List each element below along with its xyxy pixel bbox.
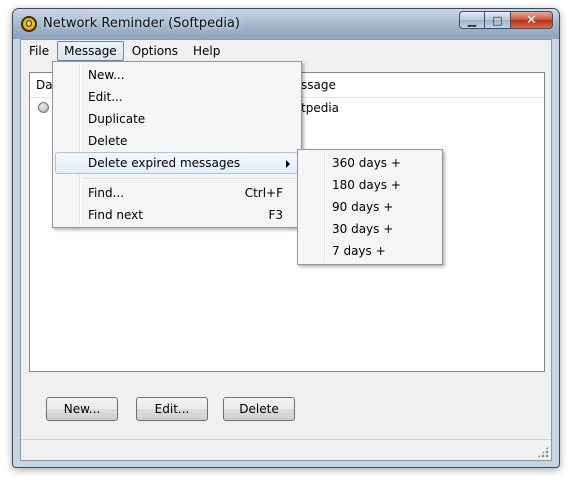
menu-item-duplicate[interactable]: Duplicate <box>55 108 299 130</box>
submenu-item-7-days[interactable]: 7 days + <box>300 240 440 262</box>
menu-options[interactable]: Options <box>125 41 185 61</box>
menu-item-delete-expired[interactable]: Delete expired messages <box>55 152 299 174</box>
submenu-item-360-days[interactable]: 360 days + <box>300 152 440 174</box>
submenu-item-label: 360 days + <box>332 156 401 170</box>
menu-item-label: Delete expired messages <box>88 156 241 170</box>
menu-item-label: Duplicate <box>88 112 146 126</box>
menu-item-label: New... <box>88 68 125 82</box>
message-menu-dropdown: New... Edit... Duplicate Delete Delete e… <box>52 61 302 228</box>
submenu-item-label: 30 days + <box>332 222 394 236</box>
menu-item-label: Find... <box>88 186 125 200</box>
menu-bar: File Message Options Help <box>21 40 551 62</box>
maximize-button[interactable]: □ <box>485 11 511 29</box>
menu-file[interactable]: File <box>22 41 56 61</box>
menu-item-delete[interactable]: Delete <box>55 130 299 152</box>
menu-item-label: Delete <box>88 134 128 148</box>
submenu-item-label: 7 days + <box>332 244 386 258</box>
column-header-message[interactable]: ssage <box>301 78 336 92</box>
submenu-item-label: 90 days + <box>332 200 394 214</box>
menu-separator <box>83 178 297 180</box>
submenu-arrow-icon <box>286 160 290 168</box>
menu-message[interactable]: Message <box>57 41 124 61</box>
menu-item-edit[interactable]: Edit... <box>55 86 299 108</box>
close-button[interactable]: ✕ <box>511 11 553 29</box>
menu-item-find[interactable]: Find... Ctrl+F <box>55 182 299 204</box>
row-message[interactable]: tpedia <box>301 101 339 115</box>
status-bar <box>21 439 551 460</box>
menu-help[interactable]: Help <box>186 41 227 61</box>
new-button[interactable]: New... <box>46 397 118 421</box>
app-icon[interactable] <box>21 16 37 32</box>
menu-item-shortcut: Ctrl+F <box>244 186 283 200</box>
menu-item-find-next[interactable]: Find next F3 <box>55 204 299 226</box>
status-circle-icon <box>38 102 49 113</box>
delete-expired-submenu: 360 days + 180 days + 90 days + 30 days … <box>297 149 443 265</box>
menu-item-shortcut: F3 <box>268 208 283 222</box>
edit-button[interactable]: Edit... <box>136 397 208 421</box>
submenu-item-30-days[interactable]: 30 days + <box>300 218 440 240</box>
caption-buttons: ▁ □ ✕ <box>459 11 553 29</box>
window-title: Network Reminder (Softpedia) <box>43 16 240 31</box>
minimize-button[interactable]: ▁ <box>459 11 485 29</box>
resize-grip-icon[interactable] <box>537 446 549 458</box>
menu-item-label: Find next <box>88 208 143 222</box>
title-bar[interactable]: Network Reminder (Softpedia) ▁ □ ✕ <box>13 9 559 39</box>
delete-button[interactable]: Delete <box>223 397 295 421</box>
submenu-item-90-days[interactable]: 90 days + <box>300 196 440 218</box>
submenu-item-label: 180 days + <box>332 178 401 192</box>
menu-item-new[interactable]: New... <box>55 64 299 86</box>
submenu-item-180-days[interactable]: 180 days + <box>300 174 440 196</box>
menu-item-label: Edit... <box>88 90 123 104</box>
